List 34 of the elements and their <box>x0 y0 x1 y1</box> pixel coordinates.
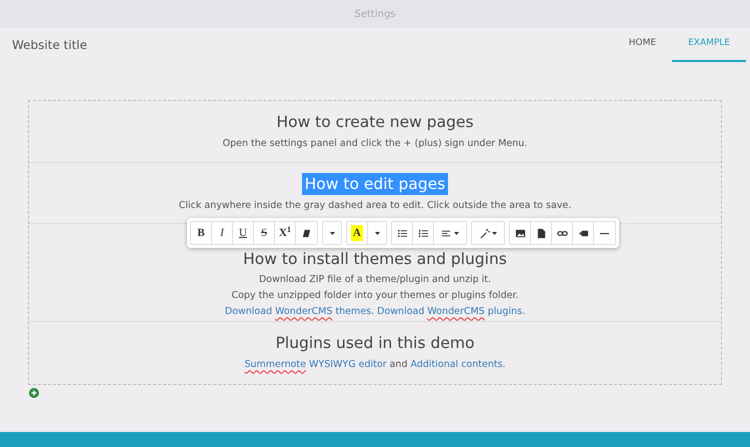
paragraph: Summernote WYSIWYG editor and Additional contents. <box>244 359 506 372</box>
section-heading: How to create new pages <box>275 112 475 133</box>
highlight-color-button[interactable]: A <box>347 222 368 244</box>
add-icon[interactable] <box>29 388 39 398</box>
numbered-list-icon <box>418 228 428 238</box>
caret-icon <box>454 232 459 234</box>
caret-icon <box>374 232 380 234</box>
file-icon <box>536 228 546 238</box>
spelling-error-word: Summernote <box>244 359 306 370</box>
paragraph: Open the settings panel and click the + (plus) sign under Menu. <box>222 138 528 150</box>
section-heading: How to install themes and plugins <box>242 249 508 270</box>
paragraph: Download ZIP file of a theme/plugin and unzip it. <box>258 274 492 286</box>
bullet-list-button[interactable] <box>392 222 413 244</box>
spelling-error-word: WonderCMS <box>427 306 485 318</box>
caret-icon <box>492 232 497 234</box>
section-heading: How to edit pages <box>302 172 448 195</box>
picture-icon <box>514 228 526 238</box>
magic-wand-icon <box>479 228 490 238</box>
paragraph: Click anywhere inside the gray dashed area to edit. Click outside the area to save. <box>178 200 572 212</box>
link[interactable]: Download WonderCMS themes <box>224 306 372 318</box>
picture-button[interactable] <box>510 222 531 244</box>
nav-link[interactable]: HOME <box>612 28 672 62</box>
bullet-list-icon <box>396 228 408 238</box>
link[interactable]: Additional contents <box>410 359 503 370</box>
link[interactable]: Download WonderCMS plugins <box>377 306 522 318</box>
paragraph: Copy the unzipped folder into your themes or plugins folder. <box>231 290 519 302</box>
bold-button[interactable]: B <box>191 222 212 244</box>
paragraph: Download WonderCMS themes. Download WonderCMS plugins. <box>224 306 526 318</box>
caret-icon <box>330 232 334 234</box>
site-title[interactable]: Website title <box>12 36 88 54</box>
link[interactable]: Summernote WYSIWYG editor <box>244 359 387 370</box>
eraser-icon <box>301 228 312 238</box>
spelling-error-word: WonderCMS <box>275 306 332 318</box>
section-heading: Plugins used in this demo <box>274 333 476 354</box>
